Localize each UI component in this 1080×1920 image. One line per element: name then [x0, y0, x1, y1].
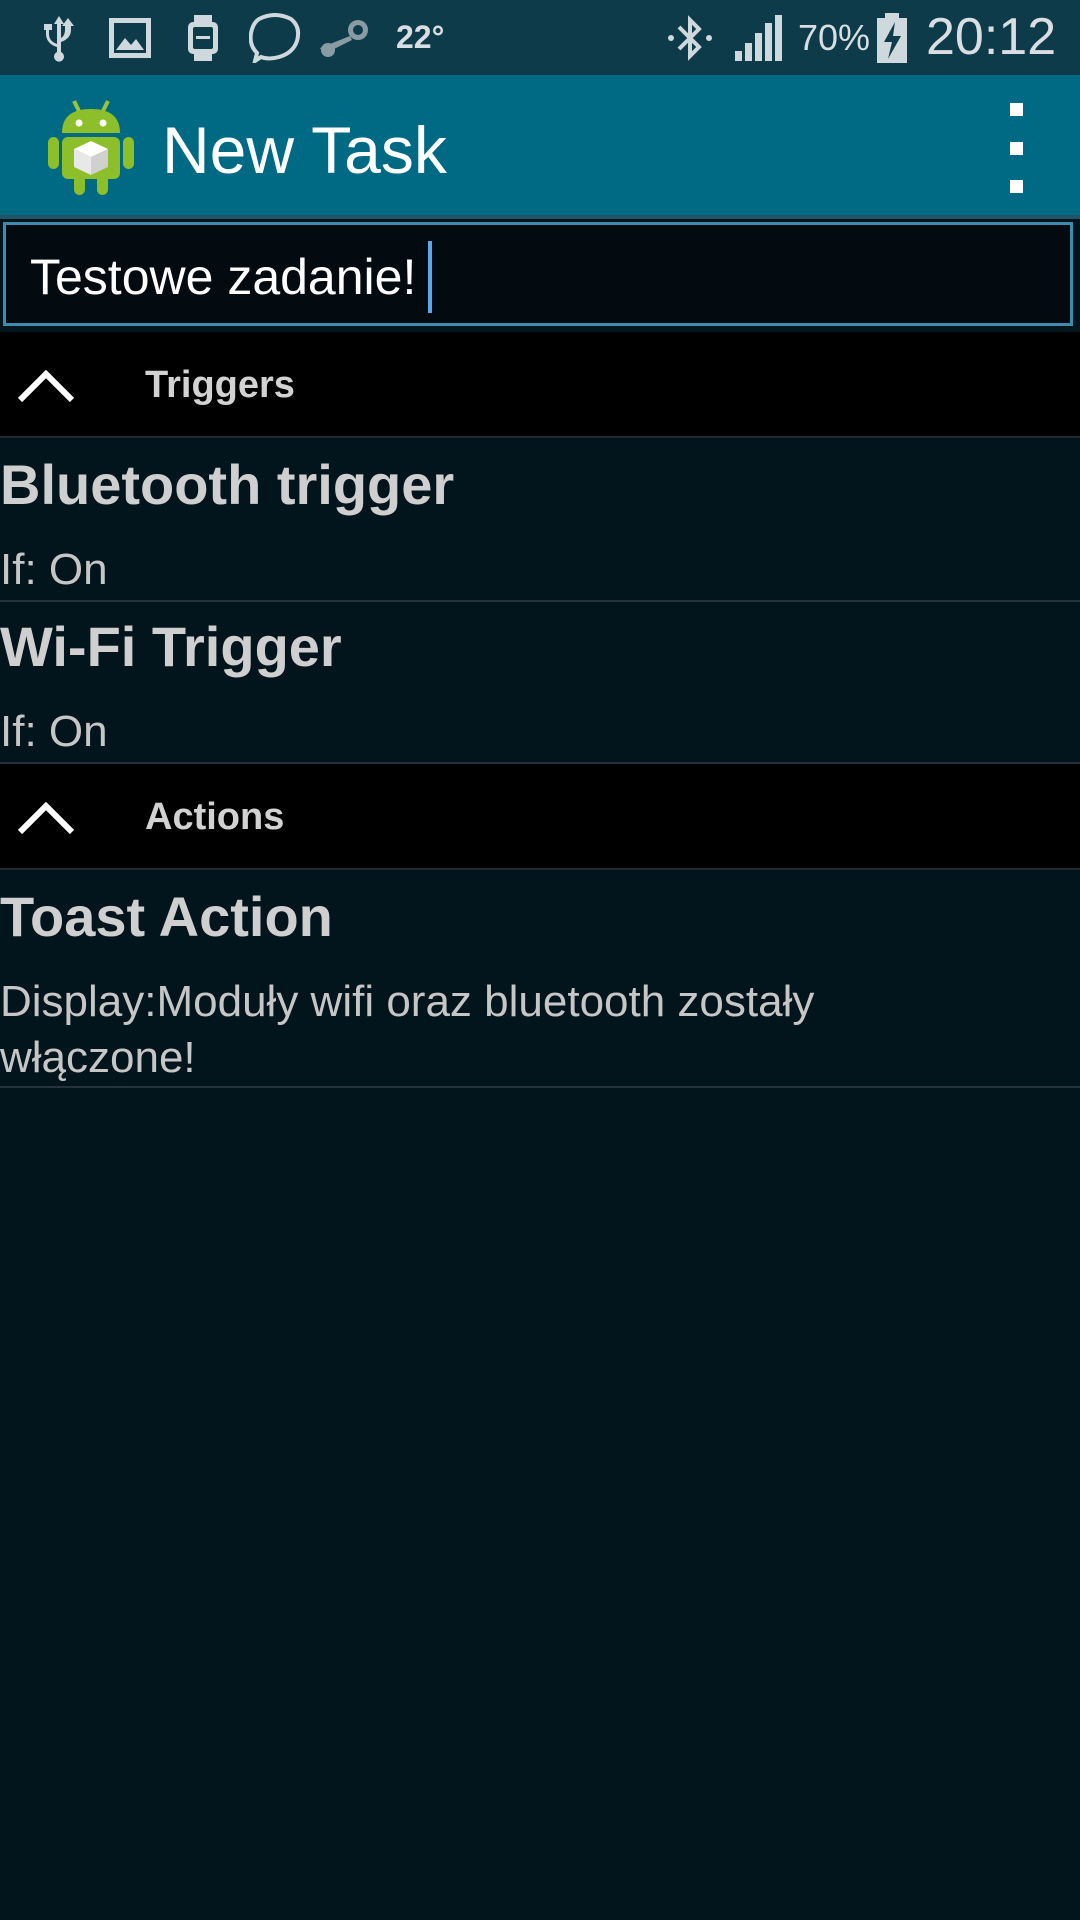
clock: 20:12 — [926, 8, 1057, 66]
chat-bubble-icon — [248, 0, 302, 75]
item-title: Wi-Fi Trigger — [0, 615, 342, 678]
android-app-icon[interactable] — [46, 97, 136, 197]
item-subtitle: Display:Moduły wifi oraz bluetooth zosta… — [0, 977, 815, 1082]
smartwatch-icon — [182, 0, 224, 75]
item-title: Toast Action — [0, 885, 333, 948]
bluetooth-icon — [664, 0, 716, 75]
list-item-wifi-trigger[interactable]: Wi-Fi Trigger If: On — [0, 602, 1080, 764]
text-cursor — [428, 240, 433, 313]
weather-temperature: 22° — [396, 19, 445, 55]
item-title: Bluetooth trigger — [0, 453, 455, 516]
signal-icon — [732, 0, 784, 75]
item-subtitle: If: On — [0, 707, 108, 756]
item-subtitle: If: On — [0, 545, 108, 594]
section-header-triggers[interactable]: Triggers — [0, 332, 1080, 438]
screen: 22° 70% 20:12 New Task Testowe zadanie! … — [0, 0, 1080, 1920]
list-item-toast-action[interactable]: Toast Action Display:Moduły wifi oraz bl… — [0, 870, 1080, 1088]
chevron-up-icon[interactable] — [14, 792, 78, 842]
status-bar: 22° 70% 20:12 — [0, 0, 1080, 75]
action-bar: New Task — [0, 75, 1080, 215]
section-title-triggers: Triggers — [145, 364, 295, 406]
overflow-menu-icon[interactable] — [988, 103, 1044, 193]
task-name-value: Testowe zadanie! — [30, 249, 417, 305]
list-item-bluetooth-trigger[interactable]: Bluetooth trigger If: On — [0, 438, 1080, 602]
battery-charging-icon — [874, 0, 910, 75]
image-notification-icon — [106, 0, 154, 75]
chevron-up-icon[interactable] — [14, 360, 78, 410]
steam-icon — [316, 0, 372, 75]
usb-icon — [36, 0, 82, 75]
task-name-value-wrap[interactable]: Testowe zadanie! — [30, 225, 433, 323]
section-header-actions[interactable]: Actions — [0, 764, 1080, 870]
page-title: New Task — [162, 113, 447, 187]
action-bar-divider — [0, 215, 1080, 219]
task-name-input[interactable]: Testowe zadanie! — [3, 222, 1073, 326]
battery-percent: 70% — [798, 17, 871, 58]
section-title-actions: Actions — [145, 796, 285, 838]
